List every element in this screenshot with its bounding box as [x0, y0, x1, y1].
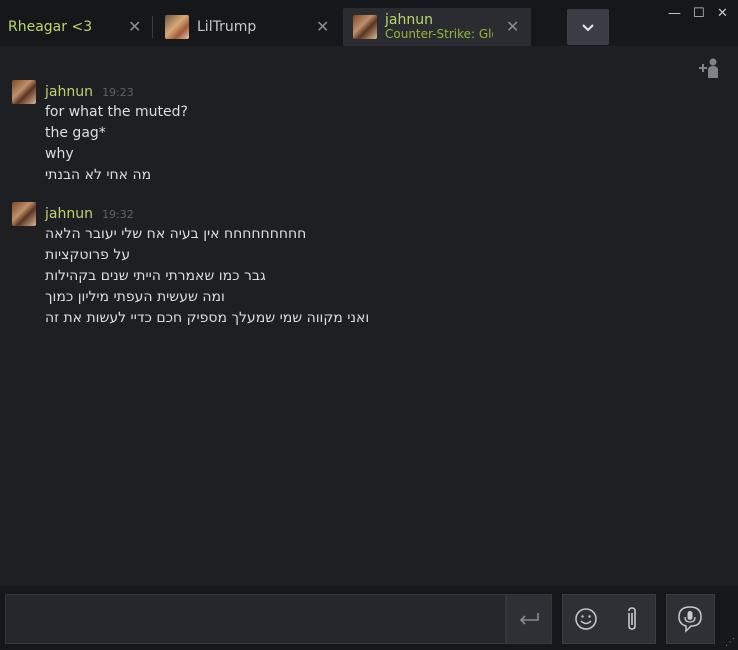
message-header: jahnun 19:23 — [45, 81, 134, 100]
emoticon-button[interactable] — [563, 595, 609, 643]
message-lines: חחחחחחחחח אין בעיה אח שלי יעובר הלאה על … — [45, 224, 369, 329]
paperclip-icon — [628, 607, 636, 630]
close-window-button[interactable]: ✕ — [717, 6, 728, 21]
timestamp: 19:23 — [102, 86, 134, 99]
chevron-down-icon — [582, 24, 594, 32]
minimize-button[interactable]: — — [668, 6, 681, 21]
tabs-dropdown-button[interactable] — [567, 9, 609, 45]
tab-rheagar[interactable]: Rheagar <3 ✕ — [0, 8, 152, 46]
voice-chat-button[interactable] — [667, 595, 713, 643]
message-line: על פרוטקציות — [45, 247, 131, 263]
tab-game-status: Counter-Strike: Global Offensive — [385, 27, 493, 41]
enter-icon — [519, 613, 539, 625]
add-friend-button[interactable] — [694, 56, 724, 80]
message-line: מה אחי לא הבנתי — [45, 167, 152, 183]
maximize-button[interactable]: ☐ — [693, 6, 705, 21]
message-line: ומה שעשית העפתי מיליון כמוך — [45, 289, 225, 305]
message-line: חחחחחחחחח אין בעיה אח שלי יעובר הלאה — [45, 226, 307, 242]
resize-grip-icon[interactable]: ⋰ — [725, 637, 735, 648]
tab-divider — [152, 16, 153, 38]
composer: ⋰ — [0, 586, 738, 650]
message-line: why — [45, 146, 74, 162]
message-header: jahnun 19:32 — [45, 203, 134, 222]
tab-bar: Rheagar <3 ✕ LilTrump ✕ jahnun Counter-S… — [0, 0, 738, 46]
microphone-icon — [678, 606, 702, 633]
message-line: גבר כמו שאמרתי הייתי שנים בקהילות — [45, 268, 266, 284]
tab-liltrump[interactable]: LilTrump ✕ — [158, 8, 338, 46]
composer-tools — [562, 594, 656, 644]
tab-jahnun-active[interactable]: jahnun Counter-Strike: Global Offensive … — [343, 8, 531, 46]
tab-text: jahnun Counter-Strike: Global Offensive — [385, 13, 493, 41]
voice-tools — [666, 594, 715, 644]
add-friend-icon — [699, 58, 718, 78]
message-line: the gag* — [45, 125, 106, 141]
close-tab-icon[interactable]: ✕ — [506, 17, 519, 36]
avatar — [353, 15, 377, 39]
tab-label: LilTrump — [197, 19, 257, 35]
send-button[interactable] — [506, 594, 552, 644]
tab-label: Rheagar <3 — [8, 19, 93, 35]
avatar — [165, 15, 189, 39]
chat-log[interactable]: jahnun 19:23 for what the muted? the gag… — [0, 46, 738, 586]
author-name[interactable]: jahnun — [45, 206, 93, 222]
attach-button[interactable] — [609, 595, 655, 643]
close-tab-icon[interactable]: ✕ — [128, 17, 141, 36]
message-input[interactable] — [5, 594, 506, 644]
author-name[interactable]: jahnun — [45, 84, 93, 100]
avatar[interactable] — [12, 202, 36, 226]
timestamp: 19:32 — [102, 208, 134, 221]
tab-label: jahnun — [385, 12, 433, 28]
avatar[interactable] — [12, 80, 36, 104]
smiley-icon — [575, 608, 597, 630]
message-lines: for what the muted? the gag* why מה אחי … — [45, 102, 188, 186]
message-line: for what the muted? — [45, 104, 188, 120]
close-tab-icon[interactable]: ✕ — [316, 17, 329, 36]
message-line: ואני מקווה שמי שמעלך מספיק חכם כדיי לעשו… — [45, 310, 370, 326]
